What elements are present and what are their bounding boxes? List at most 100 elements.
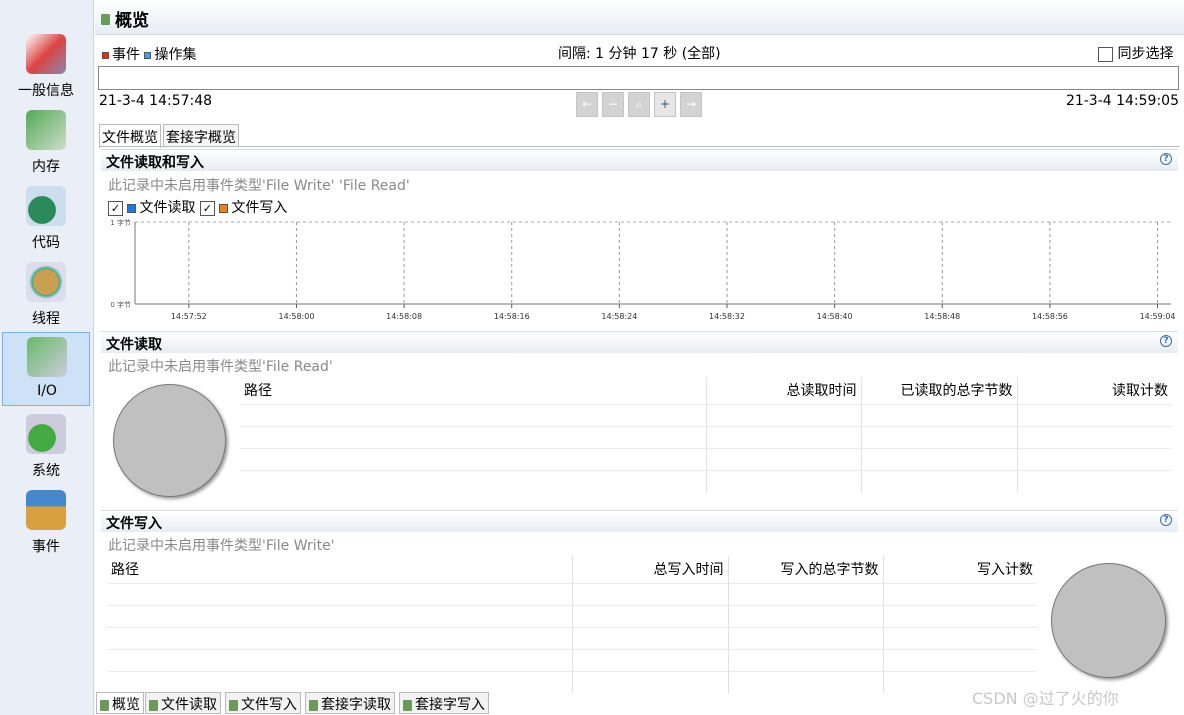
legend-opsets: 操作集: [154, 47, 197, 63]
events-swatch: [102, 51, 109, 59]
write-checkbox[interactable]: ✓: [199, 200, 215, 216]
io-icon: [27, 337, 67, 377]
read-swatch: [127, 203, 137, 213]
help-icon[interactable]: ?: [1160, 514, 1172, 526]
file-write-table: 路径 总写入时间 写入的总字节数 写入计数: [107, 556, 1037, 693]
help-icon[interactable]: ?: [1160, 335, 1172, 347]
watermark: CSDN @过了火的你: [972, 689, 1119, 708]
page-title: 概览: [115, 11, 149, 31]
read-label: 文件读取: [139, 200, 196, 216]
sidebar-label: 系统: [32, 463, 60, 479]
x-tick-label: 14:58:32: [709, 312, 745, 321]
read-checkbox[interactable]: ✓: [108, 200, 123, 216]
timeline-start: 21-3-4 14:57:48: [99, 93, 213, 109]
tab-label: 套接字写入: [415, 697, 485, 713]
sidebar-label: 一般信息: [18, 83, 74, 99]
sidebar-item-memory[interactable]: 内存: [2, 106, 90, 180]
y-tick-label: 0 字节: [110, 300, 131, 309]
section-title: 文件读取: [106, 337, 162, 353]
write-pie-chart: [1051, 563, 1166, 678]
column-header[interactable]: 读取计数: [1016, 377, 1172, 404]
tab-icon: [149, 699, 158, 711]
bottom-tab-file-write[interactable]: 文件写入: [225, 692, 301, 714]
page-header: 概览: [95, 0, 1184, 35]
x-tick-label: 14:57:52: [171, 312, 207, 321]
tab-icon: [100, 699, 109, 711]
column-header[interactable]: 总写入时间: [571, 556, 728, 583]
back-button[interactable]: ←: [576, 92, 598, 117]
write-swatch: [219, 203, 229, 213]
timeline-end: 21-3-4 14:59:05: [1065, 93, 1179, 109]
timeline-legend: 事件 操作集: [102, 44, 196, 64]
column-header[interactable]: 写入计数: [882, 556, 1037, 583]
x-tick-label: 14:58:24: [601, 312, 637, 321]
y-tick-label: 1 字节: [110, 218, 131, 227]
x-tick-label: 14:58:56: [1032, 312, 1068, 321]
sync-selection-checkbox[interactable]: 同步选择: [1098, 43, 1173, 63]
column-header[interactable]: 写入的总字节数: [727, 556, 883, 583]
sidebar-item-general[interactable]: 一般信息: [2, 30, 90, 104]
overview-icon: [101, 14, 110, 25]
interval-text: 间隔: 1 分钟 17 秒 (全部): [558, 46, 721, 62]
column-header[interactable]: 已读取的总字节数: [860, 377, 1017, 404]
sidebar-label: 线程: [32, 311, 60, 327]
section-header-file-read: 文件读取?: [101, 331, 1178, 353]
sidebar-label: 事件: [32, 539, 60, 555]
tab-label: 文件读取: [161, 697, 217, 713]
zoom-out-button[interactable]: −: [602, 92, 624, 117]
checkbox[interactable]: [1098, 46, 1113, 62]
section-header-file-write: 文件写入?: [101, 510, 1178, 532]
general-info-icon: [26, 34, 66, 74]
sidebar-item-code[interactable]: 代码: [2, 182, 90, 256]
forward-button[interactable]: →: [680, 92, 702, 117]
x-tick-label: 14:58:00: [278, 312, 314, 321]
section-title: 文件写入: [106, 516, 162, 532]
sidebar-item-io[interactable]: I/O: [2, 332, 90, 406]
write-label: 文件写入: [231, 200, 288, 216]
threads-icon: [26, 262, 66, 302]
bottom-tab-socket-write[interactable]: 套接字写入: [399, 692, 489, 714]
x-tick-label: 14:59:04: [1140, 312, 1176, 321]
bottom-tab-socket-read[interactable]: 套接字读取: [305, 692, 395, 714]
x-tick-label: 14:58:08: [386, 312, 422, 321]
bottom-tab-file-read[interactable]: 文件读取: [145, 692, 221, 714]
tab-icon: [403, 699, 412, 711]
column-header[interactable]: 路径: [240, 377, 706, 404]
tab-label: 文件写入: [241, 697, 297, 713]
sidebar-label: 内存: [32, 159, 60, 175]
tab-socket-overview[interactable]: 套接字概览: [163, 124, 239, 147]
section-note: 此记录中未启用事件类型'File Write' 'File Read': [108, 178, 410, 194]
sidebar-item-events[interactable]: 事件: [2, 486, 90, 560]
system-icon: [26, 414, 66, 454]
sidebar-label: 代码: [32, 235, 60, 251]
file-io-chart: 14:57:52 14:58:00 14:58:08 14:58:16 14:58:24…: [110, 218, 1176, 321]
opsets-swatch: [144, 51, 152, 59]
x-tick-label: 14:58:16: [494, 312, 530, 321]
tab-icon: [309, 699, 318, 711]
sidebar-item-threads[interactable]: 线程: [2, 258, 90, 332]
timeline-range-bar[interactable]: [98, 66, 1179, 90]
file-read-table: 路径 总读取时间 已读取的总字节数 读取计数: [240, 377, 1172, 492]
events-icon: [26, 490, 66, 530]
tab-label: 套接字读取: [321, 697, 391, 713]
section-note: 此记录中未启用事件类型'File Write': [108, 538, 335, 554]
legend-events: 事件: [112, 47, 140, 63]
bottom-tab-overview[interactable]: 概览: [96, 692, 144, 714]
section-title: 文件读取和写入: [106, 155, 204, 171]
help-icon[interactable]: ?: [1160, 153, 1172, 165]
sidebar-label: I/O: [37, 383, 57, 399]
tab-file-overview[interactable]: 文件概览: [99, 124, 161, 148]
sidebar-item-system[interactable]: 系统: [2, 410, 90, 484]
tab-icon: [229, 699, 238, 711]
column-header[interactable]: 路径: [107, 556, 572, 583]
series-toggles: ✓ 文件读取 ✓ 文件写入: [108, 197, 287, 217]
zoom-in-button[interactable]: +: [654, 92, 676, 117]
sidebar: 一般信息 内存 代码 线程 I/O 系统 事件: [0, 0, 94, 715]
column-header[interactable]: 总读取时间: [705, 377, 861, 404]
zoom-reset-button[interactable]: ⌕: [628, 92, 650, 117]
x-tick-label: 14:58:40: [817, 312, 853, 321]
tab-label: 概览: [112, 697, 140, 713]
memory-icon: [26, 110, 66, 150]
read-pie-chart: [113, 384, 226, 497]
sync-label: 同步选择: [1117, 46, 1174, 62]
